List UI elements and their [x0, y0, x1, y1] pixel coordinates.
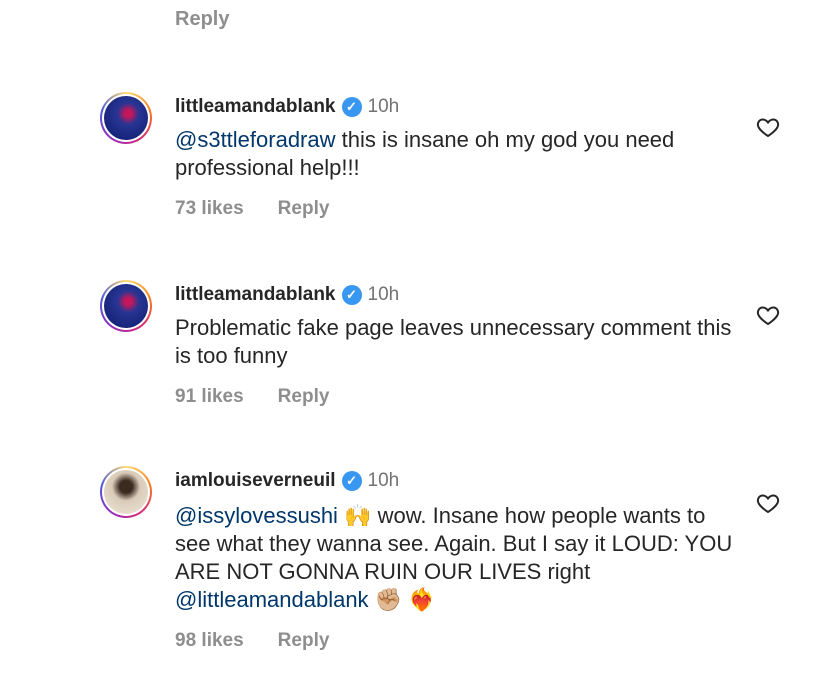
heart-outline-icon[interactable] — [756, 491, 780, 515]
reply-button[interactable]: Reply — [278, 198, 330, 220]
comment-username[interactable]: littleamandablank — [175, 96, 336, 118]
heart-outline-icon[interactable] — [756, 303, 780, 327]
mention-link[interactable]: @s3ttleforadraw — [175, 127, 336, 152]
likes-count[interactable]: 91 likes — [175, 386, 244, 408]
avatar[interactable] — [100, 466, 152, 518]
comment-text: Problematic fake page leaves unnecessary… — [175, 315, 732, 368]
comment-timestamp[interactable]: 10h — [368, 284, 400, 306]
raising-hands-emoji: 🙌 — [344, 503, 372, 528]
reply-button[interactable]: Reply — [278, 386, 330, 408]
verified-badge-icon: ✓ — [341, 471, 362, 491]
comment-timestamp[interactable]: 10h — [368, 96, 400, 118]
reply-link[interactable]: Reply — [175, 8, 229, 31]
avatar[interactable] — [100, 92, 152, 144]
verified-badge-icon: ✓ — [341, 285, 362, 305]
likes-count[interactable]: 98 likes — [175, 630, 244, 652]
likes-count[interactable]: 73 likes — [175, 198, 244, 220]
mention-link[interactable]: @issylovessushi — [175, 503, 338, 528]
fist-and-heart-emoji: ✊🏼 ❤️‍🔥 — [374, 587, 436, 612]
avatar[interactable] — [100, 280, 152, 332]
mention-link[interactable]: @littleamandablank — [175, 587, 369, 612]
comment-timestamp[interactable]: 10h — [368, 470, 400, 492]
heart-outline-icon[interactable] — [756, 115, 780, 139]
reply-button[interactable]: Reply — [278, 630, 330, 652]
comment-text: @issylovessushi 🙌 wow. Insane how people… — [175, 503, 733, 612]
comment-username[interactable]: iamlouiseverneuil — [175, 470, 336, 492]
comment-text: @s3ttleforadraw this is insane oh my god… — [175, 127, 675, 180]
verified-badge-icon: ✓ — [341, 97, 362, 117]
comment-username[interactable]: littleamandablank — [175, 284, 336, 306]
